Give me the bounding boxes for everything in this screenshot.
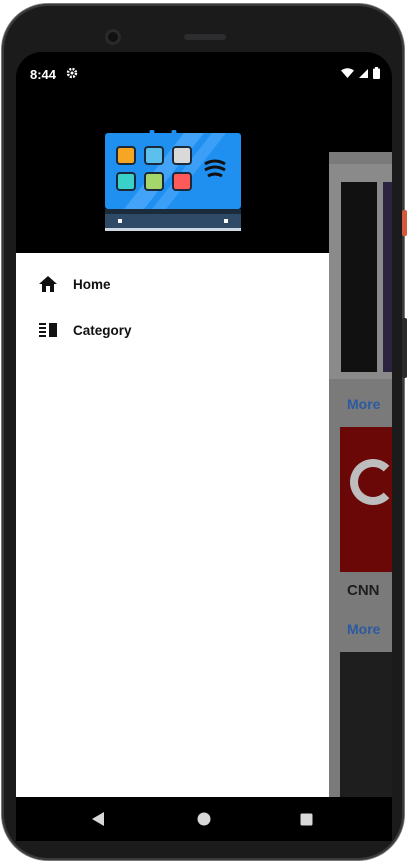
channel-thumbnail bbox=[383, 182, 392, 372]
device-frame: More CNN More Home Category 8:44 bbox=[0, 0, 408, 864]
drawer-menu: Home Category bbox=[16, 253, 329, 831]
back-icon[interactable] bbox=[76, 797, 120, 841]
status-icons bbox=[341, 67, 380, 79]
channel-name: CNN bbox=[347, 582, 380, 599]
system-navbar bbox=[16, 797, 392, 841]
cell-signal-icon bbox=[359, 68, 368, 78]
front-camera bbox=[105, 29, 121, 45]
channel-card[interactable] bbox=[329, 164, 392, 379]
volume-button bbox=[402, 318, 407, 378]
menu-item-category[interactable]: Category bbox=[16, 308, 329, 352]
status-time: 8:44 bbox=[30, 67, 57, 82]
home-icon bbox=[37, 273, 59, 295]
menu-label: Category bbox=[73, 322, 132, 338]
tv-app-logo bbox=[105, 130, 241, 231]
power-button bbox=[402, 210, 407, 236]
status-bar: 8:44 bbox=[16, 52, 392, 96]
earpiece-speaker bbox=[184, 34, 226, 40]
more-link[interactable]: More bbox=[347, 396, 380, 412]
background-app: More CNN More bbox=[329, 152, 392, 831]
gear-icon bbox=[66, 67, 78, 82]
channel-thumbnail bbox=[341, 182, 377, 372]
home-circle-icon[interactable] bbox=[182, 797, 226, 841]
battery-icon bbox=[373, 67, 380, 79]
wifi-icon bbox=[341, 67, 354, 78]
cnn-logo-mark bbox=[350, 459, 392, 505]
category-icon bbox=[37, 319, 59, 341]
more-link[interactable]: More bbox=[347, 621, 380, 637]
menu-label: Home bbox=[73, 276, 111, 292]
cnn-channel-logo[interactable] bbox=[340, 427, 392, 572]
recents-icon[interactable] bbox=[284, 797, 328, 841]
screen: More CNN More Home Category 8:44 bbox=[16, 52, 392, 831]
menu-item-home[interactable]: Home bbox=[16, 262, 329, 306]
